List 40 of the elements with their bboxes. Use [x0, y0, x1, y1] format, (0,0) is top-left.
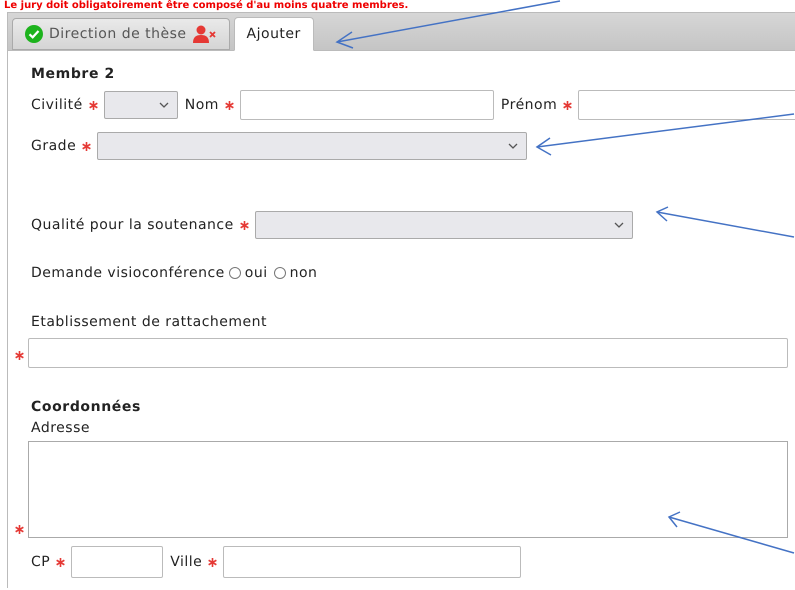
- field-label: Grade: [31, 136, 76, 156]
- field-label: Adresse: [31, 420, 90, 436]
- field-label: CP: [31, 552, 50, 572]
- radio-button[interactable]: [274, 267, 286, 279]
- input-field[interactable]: [28, 338, 788, 368]
- tab[interactable]: Direction de thèse: [12, 18, 230, 50]
- warning-message: Le jury doit obligatoirement être composé d'au moins quatre membres.: [3, 0, 410, 12]
- field-label: Qualité pour la soutenance: [31, 216, 234, 234]
- radio-button[interactable]: [228, 267, 241, 279]
- input-field[interactable]: [578, 90, 795, 120]
- section-title: Coordonnées: [31, 398, 142, 416]
- required-icon: [88, 100, 98, 110]
- required-icon: [224, 100, 234, 110]
- field-label: oui: [244, 264, 268, 282]
- field-label: Civilité: [31, 96, 83, 114]
- field-label: non: [290, 264, 318, 282]
- required-icon: [15, 525, 24, 534]
- chevron-icon: [614, 222, 624, 228]
- field-label: Ville: [170, 552, 202, 572]
- field-label: Prénom: [500, 96, 558, 114]
- select-field[interactable]: [97, 132, 528, 160]
- field-label: Etablissement de rattachement: [31, 314, 267, 330]
- address-textarea[interactable]: [28, 441, 788, 538]
- required-icon: [563, 100, 572, 110]
- field-label: Demande visioconférence: [31, 264, 225, 282]
- required-icon: [82, 142, 92, 150]
- section-title: Membre 2: [31, 65, 116, 83]
- tab[interactable]: Ajouter: [234, 17, 314, 51]
- chevron-icon: [158, 102, 169, 108]
- required-icon: [240, 220, 249, 230]
- required-icon: [15, 351, 24, 360]
- input-field[interactable]: [240, 90, 494, 120]
- required-icon: [208, 558, 218, 566]
- input-field[interactable]: [71, 546, 164, 578]
- select-field[interactable]: [104, 91, 178, 119]
- field-label: Nom: [184, 96, 219, 114]
- input-field[interactable]: [223, 546, 522, 578]
- required-icon: [56, 558, 66, 566]
- select-field[interactable]: [254, 211, 633, 239]
- chevron-icon: [508, 143, 518, 149]
